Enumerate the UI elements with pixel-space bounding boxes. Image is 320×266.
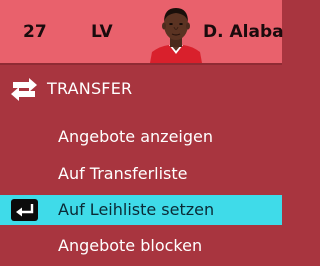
- player-bar: 27 LV D. Alaba: [0, 0, 284, 63]
- player-name: D. Alaba: [203, 22, 284, 42]
- menu-item-auf-transferliste[interactable]: Auf Transferliste: [0, 159, 282, 189]
- menu-item-label: Angebote blocken: [58, 236, 203, 255]
- player-portrait: [150, 8, 202, 63]
- menu-item-label: Auf Leihliste setzen: [58, 200, 215, 219]
- transfer-arrows-icon: [11, 78, 37, 101]
- transfer-section-header: TRANSFER: [0, 72, 282, 106]
- transfer-menu-screen: 27 LV D. Alaba TRANSFER Angebote anzeige…: [0, 0, 284, 266]
- menu-item-label: Angebote anzeigen: [58, 127, 214, 146]
- player-position: LV: [91, 22, 113, 42]
- enter-key-icon: [11, 199, 38, 221]
- player-number: 27: [23, 22, 47, 42]
- header-divider: [0, 63, 282, 65]
- section-title: TRANSFER: [47, 79, 133, 98]
- menu-item-label: Auf Transferliste: [58, 164, 188, 183]
- menu-item-angebote-anzeigen[interactable]: Angebote anzeigen: [0, 122, 282, 152]
- menu-item-auf-leihliste-setzen[interactable]: Auf Leihliste setzen: [0, 195, 282, 225]
- menu-item-angebote-blocken[interactable]: Angebote blocken: [0, 231, 282, 261]
